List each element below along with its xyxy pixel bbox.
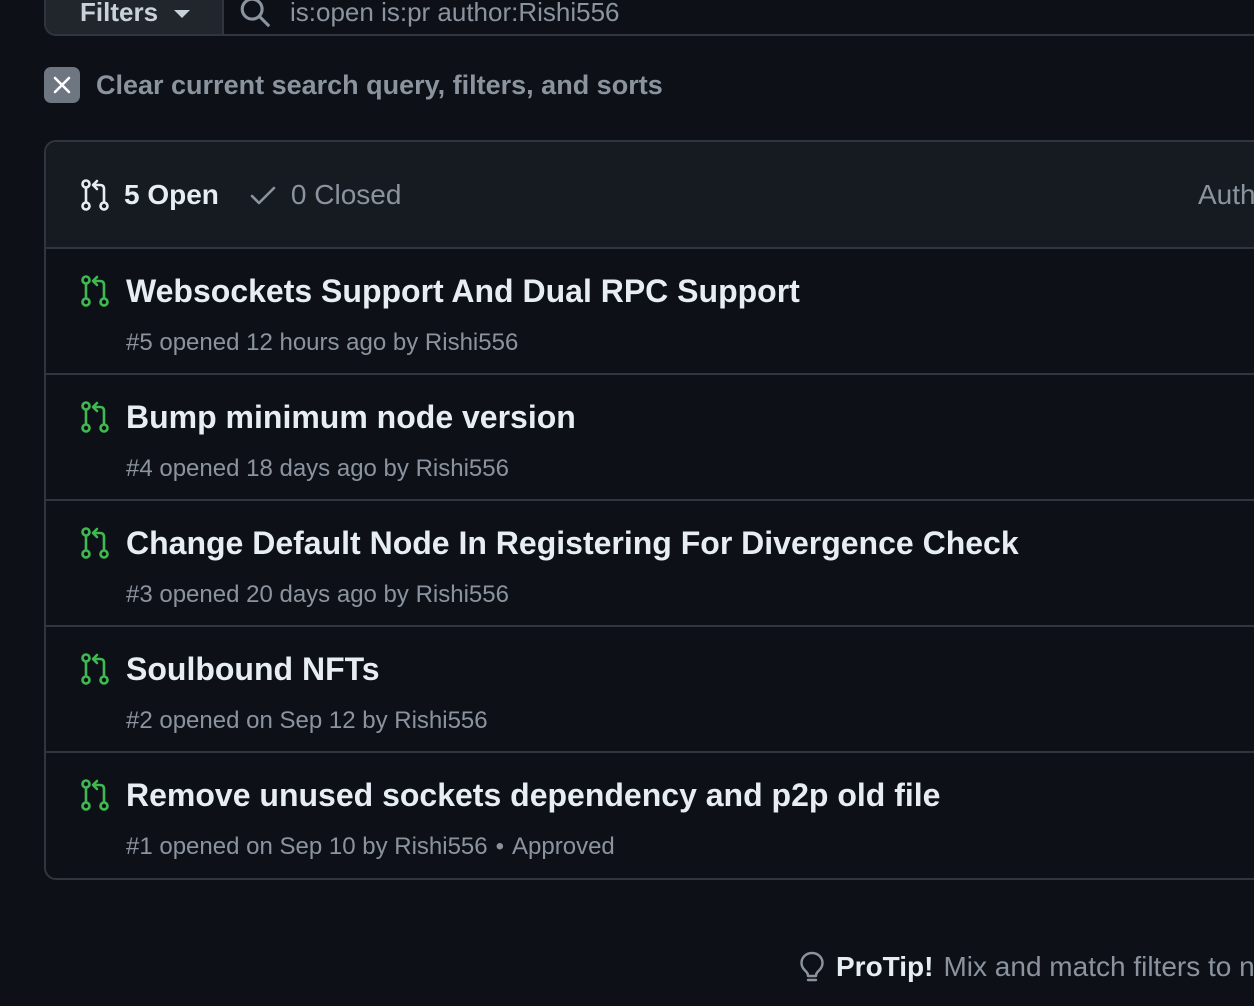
list-item[interactable]: Bump minimum node version #4 opened 18 d… [46, 375, 1254, 501]
list-item[interactable]: Soulbound NFTs #2 opened on Sep 12 by Ri… [46, 627, 1254, 753]
closed-filter-tab[interactable]: 0 Closed [249, 178, 402, 211]
pr-title-link[interactable]: Soulbound NFTs [126, 651, 380, 688]
author-filter-dropdown[interactable]: Author [1198, 179, 1254, 211]
open-count-label: 5 Open [124, 178, 219, 210]
closed-count-label: 0 Closed [290, 178, 402, 210]
git-pull-request-icon [81, 653, 109, 685]
pr-title-link[interactable]: Remove unused sockets dependency and p2p… [126, 777, 940, 814]
separator-dot: • [495, 833, 505, 860]
git-pull-request-icon [81, 401, 109, 433]
pr-meta-text: #1 opened on Sep 10 by Rishi556 [126, 833, 488, 860]
clear-filters-label: Clear current search query, filters, and… [96, 69, 663, 100]
git-pull-request-icon [81, 527, 109, 559]
search-bar: Filters is:open is:pr author:Rishi556 [44, 0, 1254, 36]
pr-meta: #4 opened 18 days ago by Rishi556 [126, 455, 509, 482]
author-filter-label: Author [1198, 179, 1254, 210]
x-icon [44, 67, 80, 103]
pr-meta-with-status: #1 opened on Sep 10 by Rishi556 • Approved [126, 833, 615, 861]
search-input[interactable]: is:open is:pr author:Rishi556 [224, 0, 1254, 34]
protip: ProTip! Mix and match filters to narrow … [798, 950, 1254, 984]
light-bulb-icon [800, 951, 824, 982]
check-icon [250, 186, 276, 204]
filters-label: Filters [80, 0, 159, 27]
list-item[interactable]: Websockets Support And Dual RPC Support … [46, 249, 1254, 375]
filters-button[interactable]: Filters [46, 0, 224, 34]
list-item[interactable]: Remove unused sockets dependency and p2p… [46, 753, 1254, 878]
clear-filters-link[interactable]: Clear current search query, filters, and… [44, 67, 663, 103]
chevron-down-icon [174, 10, 191, 18]
protip-text: Mix and match filters to narrow down wha… [943, 951, 1254, 982]
pr-meta: #3 opened 20 days ago by Rishi556 [126, 581, 509, 608]
pr-meta: #2 opened on Sep 12 by Rishi556 [126, 707, 488, 734]
git-pull-request-icon [81, 779, 109, 811]
list-header: 5 Open 0 Closed Author [46, 142, 1254, 249]
pr-title-link[interactable]: Bump minimum node version [126, 399, 576, 436]
pull-request-list: 5 Open 0 Closed Author Websockets Suppor… [44, 140, 1254, 880]
pr-title-link[interactable]: Change Default Node In Registering For D… [126, 525, 1019, 562]
pull-requests-page: Filters is:open is:pr author:Rishi556 Cl… [0, 0, 1254, 1006]
search-icon [240, 0, 271, 28]
protip-label: ProTip! [836, 951, 934, 982]
list-item[interactable]: Change Default Node In Registering For D… [46, 501, 1254, 627]
search-query: is:open is:pr author:Rishi556 [290, 0, 620, 27]
git-pull-request-icon [81, 178, 109, 211]
open-filter-tab[interactable]: 5 Open [80, 179, 219, 211]
review-status-link[interactable]: Approved [512, 833, 615, 860]
pr-meta: #5 opened 12 hours ago by Rishi556 [126, 329, 519, 356]
pr-title-link[interactable]: Websockets Support And Dual RPC Support [126, 273, 800, 310]
git-pull-request-icon [81, 275, 109, 307]
